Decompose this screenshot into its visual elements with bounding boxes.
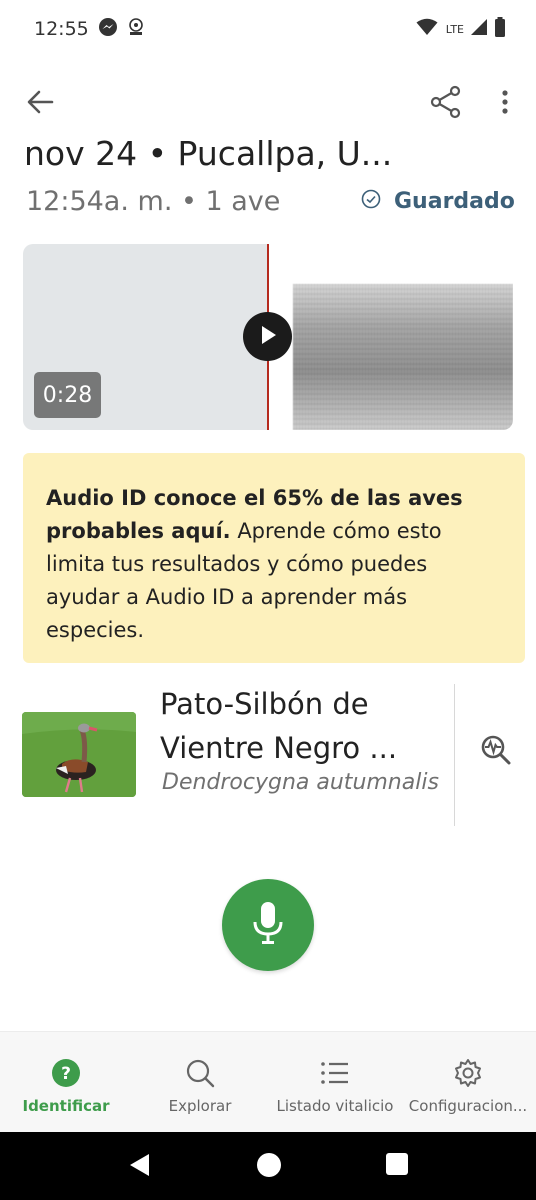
nav-identificar[interactable]: ? Identificar <box>16 1032 116 1133</box>
nav-label: Listado vitalicio <box>276 1097 394 1115</box>
battery-icon <box>494 17 506 41</box>
nav-label: Identificar <box>22 1097 110 1115</box>
spectrogram <box>293 284 513 430</box>
circle-home-icon <box>256 1153 282 1182</box>
nav-label: Configuracion... <box>408 1097 528 1115</box>
system-indicators: LTE <box>416 17 506 41</box>
system-home-button[interactable] <box>256 1152 282 1182</box>
more-vertical-icon <box>501 89 509 119</box>
record-button[interactable] <box>222 879 314 971</box>
wifi-icon <box>416 18 438 40</box>
more-options-button[interactable] <box>490 86 520 122</box>
play-icon <box>258 324 278 350</box>
question-circle-icon: ? <box>51 1058 81 1088</box>
audio-spectrogram-player[interactable]: 0:28 <box>23 244 513 430</box>
arrow-left-icon <box>26 88 54 120</box>
notification-icons <box>98 17 146 41</box>
system-back-button[interactable] <box>127 1152 151 1182</box>
system-recents-button[interactable] <box>385 1152 409 1180</box>
page-title: nov 24 • Pucallpa, U... <box>24 134 393 173</box>
species-scientific-name: Dendrocygna autumnalis <box>162 770 439 795</box>
list-icon <box>320 1058 350 1088</box>
duration-badge: 0:28 <box>34 372 101 418</box>
messenger-icon <box>98 17 118 41</box>
audio-id-info-card[interactable]: Audio ID conoce el 65% de las aves proba… <box>23 453 525 663</box>
system-navigation-bar <box>0 1132 536 1200</box>
triangle-back-icon <box>127 1154 151 1182</box>
signal-icon <box>470 18 488 40</box>
gear-icon <box>453 1058 483 1088</box>
share-icon <box>429 85 463 123</box>
nav-explorar[interactable]: Explorar <box>150 1032 250 1133</box>
analyze-sound-button[interactable] <box>478 734 514 770</box>
species-photo <box>22 712 136 797</box>
nav-listado-vitalicio[interactable]: Listado vitalicio <box>268 1032 402 1133</box>
check-circle-icon <box>360 188 382 214</box>
divider <box>454 684 455 826</box>
recording-subtitle: 12:54a. m. • 1 ave <box>26 186 281 217</box>
network-type: LTE <box>445 22 464 36</box>
species-common-name: Pato-Silbón de Vientre Negro ... <box>160 687 398 765</box>
saved-status: Guardado <box>360 188 515 214</box>
nav-label: Explorar <box>168 1097 232 1115</box>
sound-search-icon <box>480 734 512 770</box>
play-button[interactable] <box>243 312 292 361</box>
status-bar: 12:55 LTE <box>0 0 536 60</box>
status-time: 12:55 <box>34 18 89 40</box>
square-recents-icon <box>385 1153 409 1180</box>
search-icon <box>185 1058 215 1088</box>
nav-configuracion[interactable]: Configuracion... <box>402 1032 534 1133</box>
saved-label: Guardado <box>394 188 515 214</box>
svg-text:?: ? <box>61 1064 71 1084</box>
species-result-row[interactable]: Pato-Silbón de Vientre Negro ... Dendroc… <box>22 682 536 832</box>
podcast-icon <box>126 17 146 41</box>
microphone-icon <box>252 901 284 949</box>
bottom-navigation: ? Identificar Explorar Listado vitalicio… <box>0 1031 536 1132</box>
back-button[interactable] <box>22 86 58 122</box>
share-button[interactable] <box>426 84 466 124</box>
